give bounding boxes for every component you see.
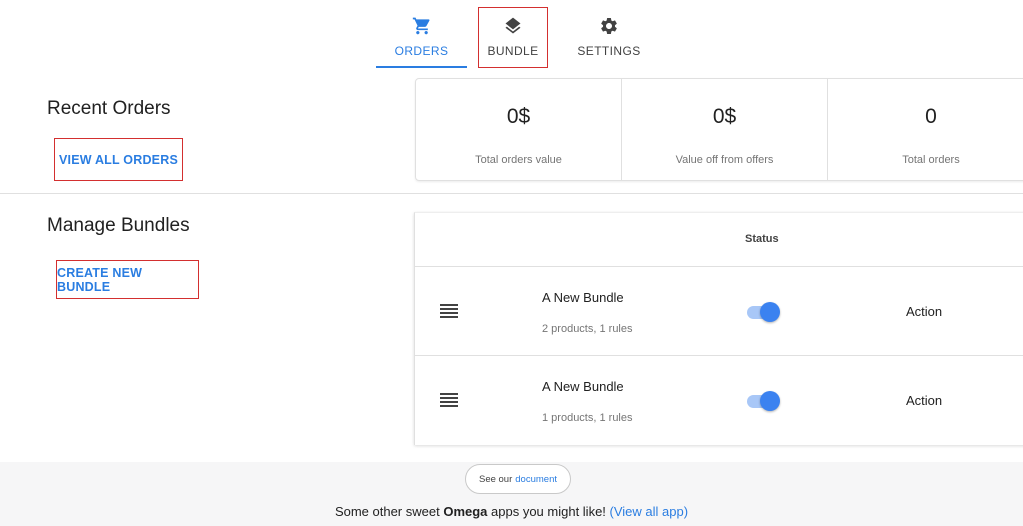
- toggle-knob: [760, 391, 780, 411]
- tab-bundle[interactable]: BUNDLE: [478, 7, 548, 68]
- recent-orders-title: Recent Orders: [47, 98, 171, 119]
- stat-value: 0$: [506, 105, 531, 128]
- layers-icon: [503, 12, 523, 40]
- stat-total-orders-value: 0$ Total orders value: [416, 79, 622, 180]
- stat-label: Value off from offers: [675, 154, 774, 166]
- promo-brand: Omega: [443, 504, 488, 519]
- document-link[interactable]: document: [515, 474, 557, 485]
- toggle-knob: [760, 302, 780, 322]
- action-button[interactable]: Action: [906, 304, 942, 319]
- see-our-text: See our: [478, 473, 513, 485]
- stat-label: Total orders: [902, 154, 960, 166]
- stat-total-orders: 0 Total orders: [828, 79, 1023, 180]
- stat-value: 0$: [712, 105, 737, 128]
- footer-promo: Some other sweet Omega apps you might li…: [0, 504, 1023, 519]
- manage-bundles-title: Manage Bundles: [47, 215, 190, 236]
- tab-settings-label: SETTINGS: [577, 44, 641, 58]
- promo-prefix: Some other sweet: [334, 504, 444, 519]
- bundle-name[interactable]: A New Bundle: [542, 290, 624, 305]
- tab-settings[interactable]: SETTINGS: [570, 8, 648, 68]
- stat-label: Total orders value: [475, 154, 562, 166]
- bundle-name[interactable]: A New Bundle: [542, 379, 624, 394]
- status-column-header: Status: [745, 233, 779, 245]
- bundle-meta: 2 products, 1 rules: [542, 323, 633, 335]
- create-new-bundle-button[interactable]: CREATE NEW BUNDLE: [56, 260, 199, 299]
- drag-handle-icon[interactable]: [440, 393, 458, 407]
- tab-orders[interactable]: ORDERS: [376, 8, 467, 68]
- promo-suffix: apps you might like!: [487, 504, 610, 519]
- top-tabs: ORDERS BUNDLE SETTINGS: [0, 0, 1023, 72]
- table-row: A New Bundle 1 products, 1 rules Action: [415, 356, 1023, 445]
- gear-icon: [599, 12, 619, 40]
- drag-handle-icon[interactable]: [440, 304, 458, 318]
- tab-bundle-label: BUNDLE: [487, 44, 539, 58]
- status-toggle[interactable]: [747, 302, 780, 322]
- cart-icon: [412, 12, 432, 40]
- order-stats: 0$ Total orders value 0$ Value off from …: [415, 78, 1023, 181]
- bundles-table: Status A New Bundle 2 products, 1 rules …: [414, 212, 1023, 445]
- table-row: A New Bundle 2 products, 1 rules Action: [415, 267, 1023, 356]
- bundle-meta: 1 products, 1 rules: [542, 412, 633, 424]
- stat-value: 0: [925, 105, 937, 128]
- document-pill: See our document: [465, 464, 571, 494]
- view-all-orders-button[interactable]: VIEW ALL ORDERS: [54, 138, 183, 181]
- tab-orders-label: ORDERS: [394, 44, 449, 58]
- action-button[interactable]: Action: [906, 393, 942, 408]
- footer: See our document Some other sweet Omega …: [0, 462, 1023, 526]
- view-all-app-link[interactable]: (View all app): [610, 504, 689, 519]
- stat-value-off-from-offers: 0$ Value off from offers: [622, 79, 828, 180]
- section-divider: [0, 193, 1023, 194]
- bundles-table-header: Status: [415, 213, 1023, 267]
- status-toggle[interactable]: [747, 391, 780, 411]
